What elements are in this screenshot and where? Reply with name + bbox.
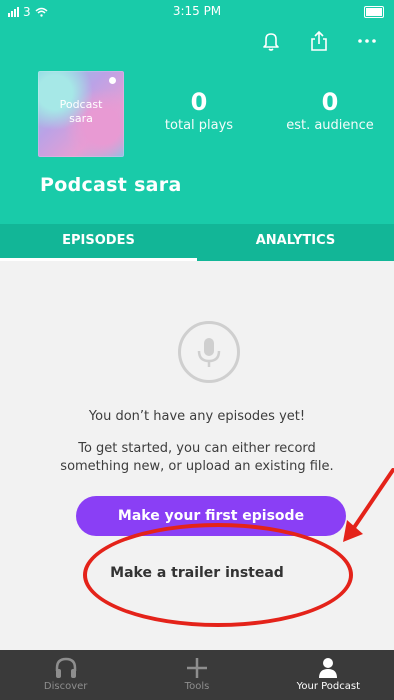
nav-tools-label: Tools: [184, 681, 210, 692]
header-actions: [260, 30, 378, 52]
tab-analytics[interactable]: ANALYTICS: [197, 224, 394, 261]
nav-tools[interactable]: Tools: [131, 650, 262, 700]
share-icon[interactable]: [308, 30, 330, 52]
status-bar: 3 3:15 PM: [0, 0, 394, 24]
tab-strip: EPISODES ANALYTICS: [0, 224, 394, 261]
make-first-episode-button[interactable]: Make your first episode: [76, 496, 346, 536]
microphone-icon: [178, 321, 240, 383]
bell-icon[interactable]: [260, 30, 282, 52]
cover-title: Podcast sara: [59, 98, 103, 125]
total-plays-value: 0: [190, 88, 208, 116]
podcast-title: Podcast sara: [40, 174, 182, 196]
bottom-navigation: Discover Tools Your Podcast: [0, 650, 394, 700]
annotation-arrow-icon: [343, 468, 394, 542]
est-audience-stat: 0 est. audience: [282, 90, 378, 133]
nav-your-podcast-label: Your Podcast: [296, 681, 361, 692]
est-audience-value: 0: [321, 88, 339, 116]
nav-discover-label: Discover: [43, 681, 88, 692]
empty-state-title: You don’t have any episodes yet!: [88, 409, 306, 424]
est-audience-label: est. audience: [286, 118, 374, 133]
make-trailer-link[interactable]: Make a trailer instead: [0, 565, 394, 581]
podcast-header: 3 3:15 PM Podcast sara 0 total plays 0 es…: [0, 0, 394, 261]
status-time: 3:15 PM: [172, 4, 222, 18]
total-plays-label: total plays: [164, 118, 234, 133]
tab-episodes[interactable]: EPISODES: [0, 224, 197, 261]
plus-icon: [186, 658, 207, 678]
podcast-cover[interactable]: Podcast sara: [38, 71, 124, 157]
battery-icon: [364, 6, 384, 18]
person-icon: [319, 658, 338, 678]
headphones-icon: [55, 657, 76, 678]
total-plays-stat: 0 total plays: [162, 90, 236, 133]
nav-discover[interactable]: Discover: [0, 650, 131, 700]
more-icon[interactable]: [356, 30, 378, 52]
cover-badge-icon: [109, 77, 116, 84]
nav-your-podcast[interactable]: Your Podcast: [263, 650, 394, 700]
empty-state-description: To get started, you can either record so…: [60, 441, 334, 474]
